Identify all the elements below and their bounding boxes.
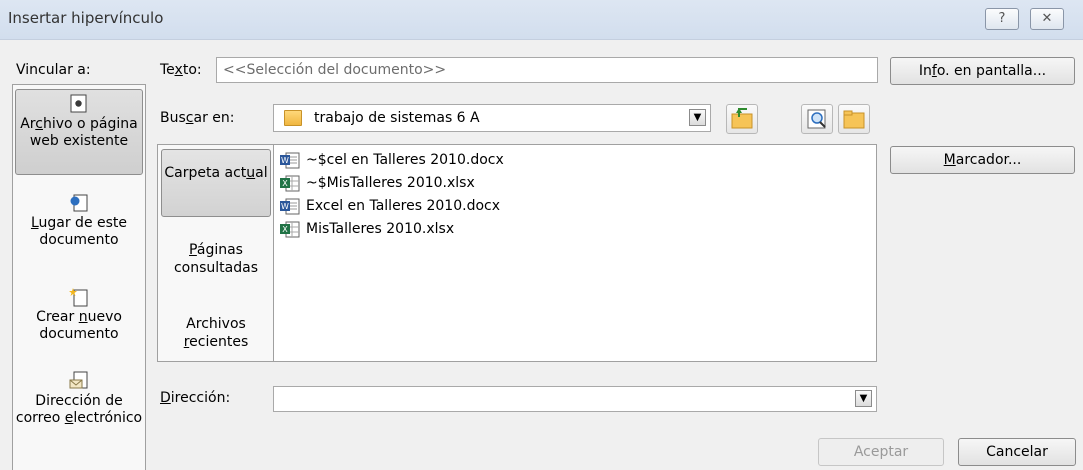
look-in-value: trabajo de sistemas 6 A [314,110,480,126]
file-open-icon [70,94,87,113]
address-input[interactable]: ▼ [273,386,877,412]
chevron-down-icon[interactable]: ▼ [855,390,872,407]
link-to-panel: Archivo o página web existente Lugar de … [12,84,146,470]
browse-file-button[interactable] [838,104,870,134]
svg-text:X: X [282,225,288,234]
look-in-select[interactable]: trabajo de sistemas 6 A ▼ [273,104,711,132]
window-title: Insertar hipervínculo [8,9,164,27]
title-bar: Insertar hipervínculo ? ✕ [0,0,1083,40]
new-document-icon [69,288,88,307]
svg-text:W: W [281,202,289,211]
link-existing-file-label: Archivo o página web existente [20,116,138,149]
document-place-icon [70,194,88,212]
screen-tip-button[interactable]: Info. en pantalla... [890,57,1075,85]
text-label: Texto: [160,62,202,78]
close-icon: ✕ [1041,11,1053,26]
link-place-in-document[interactable]: Lugar de este documento [15,193,143,263]
link-place-in-document-label: Lugar de este documento [30,215,128,248]
browse-file-icon [843,110,865,129]
chevron-down-icon[interactable]: ▼ [689,109,706,126]
help-button[interactable]: ? [985,8,1019,30]
address-label: Dirección: [160,390,231,406]
link-existing-file[interactable]: Archivo o página web existente [15,89,143,175]
browse-web-icon [807,109,826,129]
svg-text:X: X [282,179,288,188]
tab-recent-files[interactable]: Archivos recientes [161,315,271,357]
up-folder-button[interactable] [726,104,758,134]
svg-text:W: W [281,156,289,165]
word-doc-icon: W [280,152,300,169]
help-icon: ? [998,11,1006,26]
ok-button[interactable]: Aceptar [818,438,944,466]
up-folder-icon [731,108,753,129]
link-new-document[interactable]: Crear nuevo documento [15,287,143,357]
link-email-address-label: Dirección de correo electrónico [15,393,143,426]
excel-doc-icon: X [280,175,300,192]
tab-browsed-pages[interactable]: Páginas consultadas [161,241,271,283]
excel-doc-icon: X [280,221,300,238]
file-list[interactable]: W ~$cel en Talleres 2010.docx X ~$MisTal… [273,144,877,362]
scope-panel: Carpeta actual Páginas consultadas Archi… [157,144,273,362]
link-new-document-label: Crear nuevo documento [36,309,122,342]
browse-web-button[interactable] [801,104,833,134]
link-to-label: Vincular a: [16,62,91,78]
text-to-display-input[interactable]: <<Selección del documento>> [216,57,878,83]
link-email-address[interactable]: Dirección de correo electrónico [15,371,143,461]
email-icon [69,371,88,389]
folder-icon [284,110,302,126]
bookmark-button[interactable]: Marcador... [890,146,1075,174]
tab-current-folder[interactable]: Carpeta actual [161,149,271,217]
look-in-label: Buscar en: [160,110,235,126]
word-doc-icon: W [280,198,300,215]
close-button[interactable]: ✕ [1030,8,1064,30]
cancel-button[interactable]: Cancelar [958,438,1076,466]
